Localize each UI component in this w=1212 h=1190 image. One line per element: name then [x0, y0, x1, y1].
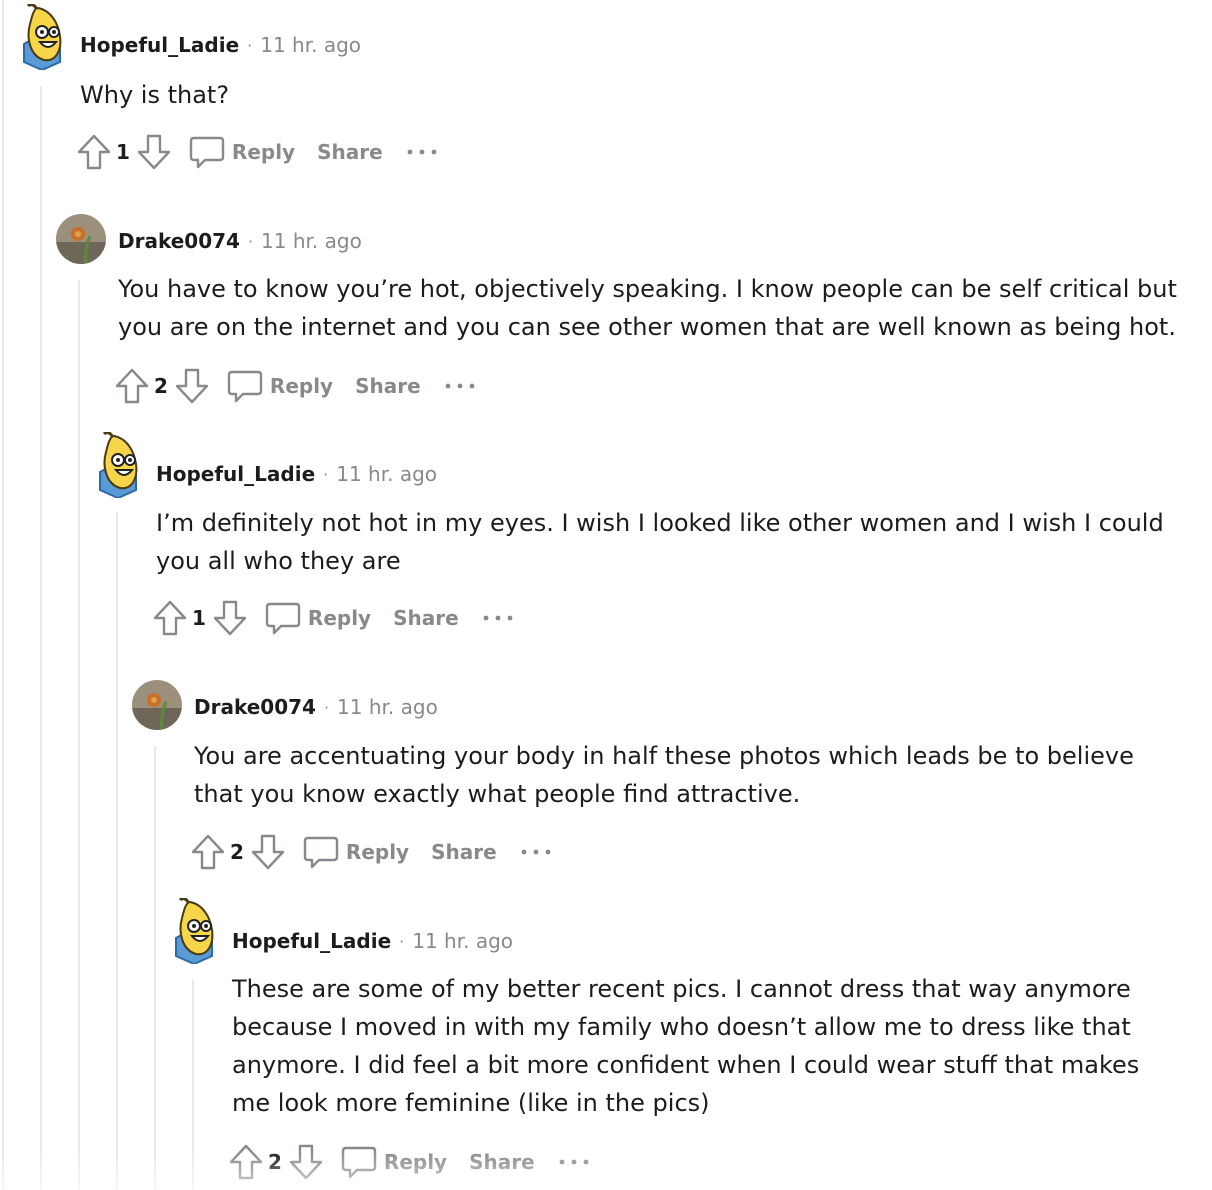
more-options-icon[interactable] [521, 832, 551, 872]
comment-actions: 2 Reply Share [190, 832, 551, 872]
comment-body: These are some of my better recent pics.… [232, 975, 1140, 1117]
comment-bubble-icon[interactable] [264, 598, 302, 638]
comment-body: I’m definitely not hot in my eyes. I wis… [156, 509, 1164, 575]
comment-meta: Hopeful_Ladie · 11 hr. ago [156, 459, 437, 489]
comment-bubble-icon[interactable] [188, 132, 226, 172]
upvote-icon[interactable] [152, 598, 188, 638]
separator-dot: · [247, 35, 253, 55]
timestamp[interactable]: 11 hr. ago [412, 929, 513, 953]
thread-line-level-5[interactable] [192, 980, 194, 1190]
flower-photo-avatar-icon [132, 680, 182, 730]
reply-button[interactable]: Reply [308, 606, 371, 630]
share-button[interactable]: Share [317, 140, 383, 164]
thread-line-level-4[interactable] [154, 746, 156, 1190]
reply-button[interactable]: Reply [384, 1150, 447, 1174]
comment-meta: Drake0074 · 11 hr. ago [194, 692, 438, 722]
timestamp[interactable]: 11 hr. ago [336, 462, 437, 486]
comment-actions: 2 Reply Share [114, 366, 475, 406]
upvote-icon[interactable] [190, 832, 226, 872]
reply-button[interactable]: Reply [346, 840, 409, 864]
share-button[interactable]: Share [355, 374, 421, 398]
timestamp[interactable]: 11 hr. ago [337, 695, 438, 719]
comment-bubble-icon[interactable] [302, 832, 340, 872]
username[interactable]: Drake0074 [194, 695, 316, 719]
thread-line-level-3[interactable] [116, 512, 118, 1190]
username[interactable]: Hopeful_Ladie [156, 462, 315, 486]
username[interactable]: Drake0074 [118, 229, 240, 253]
left-edge-line [2, 0, 4, 1190]
vote-score: 2 [268, 1150, 282, 1174]
comment-body: You are accentuating your body in half t… [194, 742, 1134, 808]
username[interactable]: Hopeful_Ladie [232, 929, 391, 953]
vote-score: 1 [116, 140, 130, 164]
bottom-fade [0, 1150, 1212, 1190]
separator-dot: · [247, 231, 254, 251]
separator-dot: · [323, 697, 330, 717]
share-button[interactable]: Share [393, 606, 459, 630]
comment-actions: 2 Reply Share [228, 1142, 589, 1182]
comment-actions: 1 Reply Share [76, 132, 437, 172]
banana-avatar-icon [23, 3, 62, 72]
more-options-icon[interactable] [407, 132, 437, 172]
downvote-icon[interactable] [174, 366, 210, 406]
timestamp[interactable]: 11 hr. ago [261, 229, 362, 253]
upvote-icon[interactable] [114, 366, 150, 406]
avatar[interactable] [56, 214, 106, 264]
vote-score: 2 [230, 840, 244, 864]
avatar[interactable] [16, 3, 66, 72]
downvote-icon[interactable] [136, 132, 172, 172]
avatar[interactable] [168, 897, 218, 966]
thread-line-level-1[interactable] [40, 86, 42, 1190]
comment-actions: 1 Reply Share [152, 598, 513, 638]
comment-body: Why is that? [80, 81, 230, 109]
banana-avatar-icon [99, 431, 138, 500]
thread-line-level-2[interactable] [78, 280, 80, 1190]
comment-meta: Hopeful_Ladie · 11 hr. ago [232, 926, 513, 956]
vote-score: 2 [154, 374, 168, 398]
flower-photo-avatar-icon [56, 214, 106, 264]
share-button[interactable]: Share [431, 840, 497, 864]
avatar[interactable] [92, 431, 142, 500]
banana-avatar-icon [175, 897, 214, 966]
share-button[interactable]: Share [469, 1150, 535, 1174]
comment-body: You have to know you’re hot, objectively… [118, 275, 1177, 341]
vote-score: 1 [192, 606, 206, 630]
separator-dot: · [399, 931, 405, 951]
separator-dot: · [323, 464, 329, 484]
comment-meta: Drake0074 · 11 hr. ago [118, 226, 362, 256]
username[interactable]: Hopeful_Ladie [80, 33, 239, 57]
comment-bubble-icon[interactable] [340, 1142, 378, 1182]
upvote-icon[interactable] [228, 1142, 264, 1182]
downvote-icon[interactable] [250, 832, 286, 872]
more-options-icon[interactable] [483, 598, 513, 638]
upvote-icon[interactable] [76, 132, 112, 172]
comment-bubble-icon[interactable] [226, 366, 264, 406]
more-options-icon[interactable] [445, 366, 475, 406]
more-options-icon[interactable] [559, 1142, 589, 1182]
downvote-icon[interactable] [212, 598, 248, 638]
avatar[interactable] [132, 680, 182, 730]
downvote-icon[interactable] [288, 1142, 324, 1182]
timestamp[interactable]: 11 hr. ago [260, 33, 361, 57]
comment-meta: Hopeful_Ladie · 11 hr. ago [80, 30, 361, 60]
reply-button[interactable]: Reply [232, 140, 295, 164]
reply-button[interactable]: Reply [270, 374, 333, 398]
comment-thread: Hopeful_Ladie · 11 hr. ago Why is that? … [0, 0, 1212, 1190]
